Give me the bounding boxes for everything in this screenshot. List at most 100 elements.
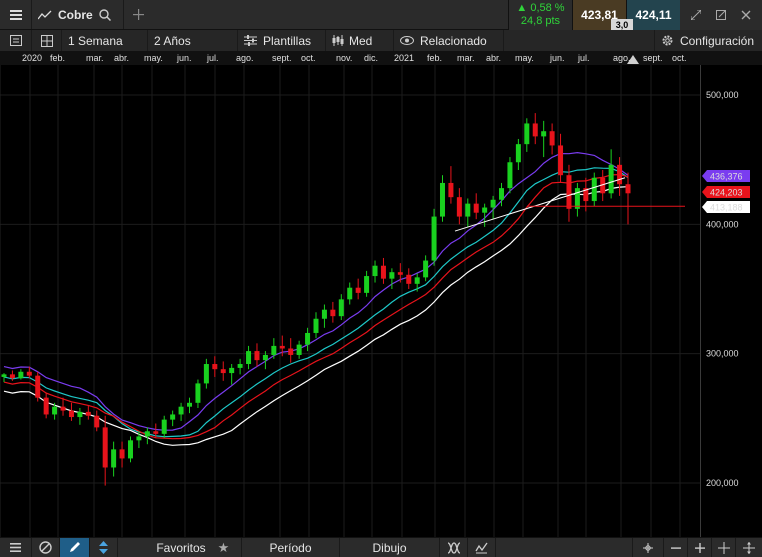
- eye-icon: [400, 36, 414, 45]
- candle-body: [558, 145, 564, 176]
- candle-body: [448, 182, 454, 198]
- candle-body: [431, 216, 437, 261]
- no-entry-icon: [39, 541, 52, 554]
- buy-price-button[interactable]: 424,11: [626, 0, 680, 30]
- candle-body: [187, 402, 193, 407]
- time-axis-label: abr.: [114, 53, 130, 63]
- move-button[interactable]: [736, 538, 762, 557]
- candle-body: [111, 449, 117, 468]
- star-icon: ★: [217, 539, 230, 555]
- study-button[interactable]: [468, 538, 496, 557]
- candle-body: [338, 299, 344, 317]
- time-axis-label: jun.: [177, 53, 192, 63]
- price-tag-label: 413,188: [710, 203, 743, 213]
- bottom-toolbar: Favoritos ★ Período Dibujo: [0, 537, 762, 557]
- drawing-button[interactable]: Dibujo: [340, 538, 440, 557]
- candle-body: [170, 414, 176, 420]
- pencil-icon: [68, 541, 81, 554]
- candle-body: [254, 351, 260, 361]
- candle-body: [347, 287, 353, 300]
- time-axis-label: ago.: [236, 53, 254, 63]
- candle-body: [414, 277, 420, 284]
- related-button[interactable]: Relacionado: [394, 30, 504, 51]
- candle-body: [524, 123, 530, 145]
- candle-body: [77, 411, 83, 418]
- popout-icon[interactable]: [715, 10, 726, 20]
- indicator-button[interactable]: [440, 538, 468, 557]
- time-axis-label: 2020: [22, 53, 43, 63]
- candle-body: [237, 364, 243, 368]
- candle-body: [144, 431, 150, 437]
- cursor-tool-button[interactable]: [90, 538, 118, 557]
- change-percent: 0,58 %: [530, 2, 565, 14]
- range-selector[interactable]: 2 Años: [148, 30, 238, 51]
- templates-button[interactable]: Plantillas: [238, 30, 326, 51]
- add-symbol-button[interactable]: [124, 0, 152, 29]
- candle-body: [608, 164, 614, 194]
- candle-body: [288, 348, 294, 355]
- settings-button[interactable]: Configuración: [653, 30, 762, 51]
- crosshair-icon: [717, 541, 730, 554]
- top-bar: Cobre ▲ 0,58 % 24,8 pts 423,81 424,11 3,…: [0, 0, 762, 30]
- symbol-selector[interactable]: Cobre: [32, 0, 124, 29]
- list-view-button[interactable]: [0, 30, 32, 51]
- price-chart[interactable]: 500,000 400,000 300,000 200,000 436,376 424,2…: [0, 65, 762, 537]
- candle-body: [389, 272, 395, 279]
- candle-body: [127, 440, 133, 459]
- candle-body: [541, 131, 547, 137]
- candle-body: [1, 374, 7, 377]
- candle-body: [279, 345, 285, 349]
- candle-body: [85, 411, 91, 416]
- crosshair-button[interactable]: [712, 538, 736, 557]
- clear-button[interactable]: [32, 538, 60, 557]
- candle-body: [195, 383, 201, 403]
- list-icon: [9, 35, 22, 46]
- close-icon[interactable]: [741, 10, 751, 20]
- time-axis-label: 2021: [394, 53, 415, 63]
- candle-body: [321, 309, 327, 319]
- favorites-star-button[interactable]: ★: [206, 538, 242, 557]
- candle-body: [18, 371, 24, 379]
- candle-body: [94, 415, 100, 428]
- change-box: ▲ 0,58 % 24,8 pts: [508, 0, 572, 30]
- candle-body: [220, 369, 226, 374]
- expand-icon[interactable]: [691, 10, 702, 20]
- candle-body: [26, 371, 32, 376]
- candle-body: [465, 203, 471, 217]
- plus-icon: [132, 9, 144, 20]
- candle-body: [490, 199, 496, 208]
- sliders-icon: [244, 35, 257, 46]
- move-icon: [743, 541, 755, 554]
- search-icon[interactable]: [98, 8, 111, 21]
- candle-body: [330, 309, 336, 317]
- candle-body: [305, 332, 311, 345]
- zoom-in-button[interactable]: [688, 538, 712, 557]
- minus-icon: [670, 543, 681, 553]
- period-button[interactable]: Período: [242, 538, 340, 557]
- candle-body: [136, 436, 142, 441]
- layout-button[interactable]: [32, 30, 62, 51]
- fit-button[interactable]: [632, 538, 664, 557]
- templates-label: Plantillas: [263, 33, 312, 48]
- price-tick-label: 200,000: [706, 478, 739, 488]
- candle-body: [566, 175, 572, 209]
- menu-button[interactable]: [0, 0, 32, 29]
- candle-body: [119, 449, 125, 459]
- candle-body: [364, 276, 370, 293]
- change-points: 24,8 pts: [520, 15, 561, 27]
- zoom-out-button[interactable]: [664, 538, 688, 557]
- price-tag-label: 436,376: [710, 172, 743, 182]
- scroll-up-icon[interactable]: [627, 55, 639, 64]
- interval-selector[interactable]: 1 Semana: [62, 30, 148, 51]
- favorites-button[interactable]: Favoritos: [118, 538, 206, 557]
- price-tick-label: 300,000: [706, 349, 739, 359]
- menu-bottom-button[interactable]: [0, 538, 32, 557]
- draw-tool-button[interactable]: [60, 538, 90, 557]
- candle-body: [406, 274, 412, 284]
- cursor-icon: [98, 541, 109, 554]
- candle-body: [262, 354, 268, 361]
- time-axis-label: oct.: [301, 53, 316, 63]
- chart-type-selector[interactable]: Med: [326, 30, 394, 51]
- candle-body: [625, 184, 631, 194]
- plus-icon: [694, 542, 705, 553]
